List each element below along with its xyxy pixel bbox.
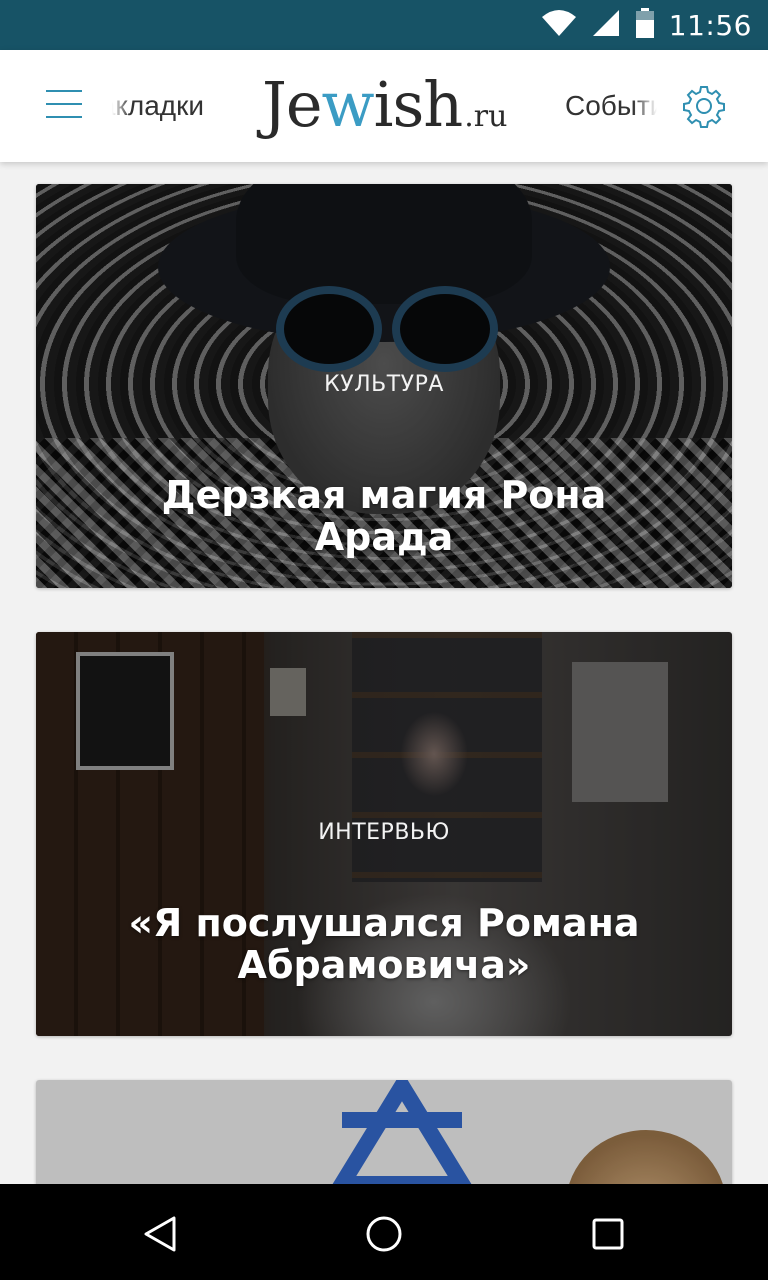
menu-icon-line: [46, 90, 82, 92]
logo-suffix: .ru: [464, 99, 508, 134]
menu-icon-line: [46, 103, 82, 105]
tab-events[interactable]: События: [565, 90, 657, 122]
logo[interactable]: Jewish .ru: [262, 68, 507, 144]
app-bar: Закладки Jewish .ru События: [0, 50, 768, 162]
article-title: «Я послушался Романа Абрамовича»: [128, 901, 640, 987]
home-icon: [366, 1216, 402, 1252]
gear-icon: [683, 86, 725, 128]
menu-button[interactable]: [46, 88, 84, 122]
wifi-icon: [541, 9, 577, 42]
article-card[interactable]: ИНТЕРВЬЮ «Я послушался Романа Абрамовича…: [36, 632, 732, 1036]
recents-button[interactable]: [584, 1210, 632, 1258]
article-category: ИНТЕРВЬЮ: [318, 820, 450, 845]
back-button[interactable]: [136, 1210, 184, 1258]
tab-bookmarks[interactable]: Закладки: [112, 90, 204, 122]
article-category: КУЛЬТУРА: [324, 372, 444, 397]
article-card[interactable]: КУЛЬТУРА Дерзкая магия Рона Арада: [36, 184, 732, 588]
logo-text: Jewish: [262, 68, 463, 141]
battery-icon: [635, 7, 655, 43]
menu-icon-line: [46, 116, 82, 118]
status-time: 11:56: [668, 8, 752, 42]
home-button[interactable]: [360, 1210, 408, 1258]
status-bar: 11:56: [0, 0, 768, 50]
signal-icon: [591, 9, 621, 42]
article-title: Дерзкая магия Рона Арада: [161, 473, 607, 559]
back-icon: [144, 1216, 176, 1252]
settings-button[interactable]: [682, 84, 726, 128]
system-nav-bar: [0, 1184, 768, 1280]
recents-icon: [592, 1218, 624, 1250]
